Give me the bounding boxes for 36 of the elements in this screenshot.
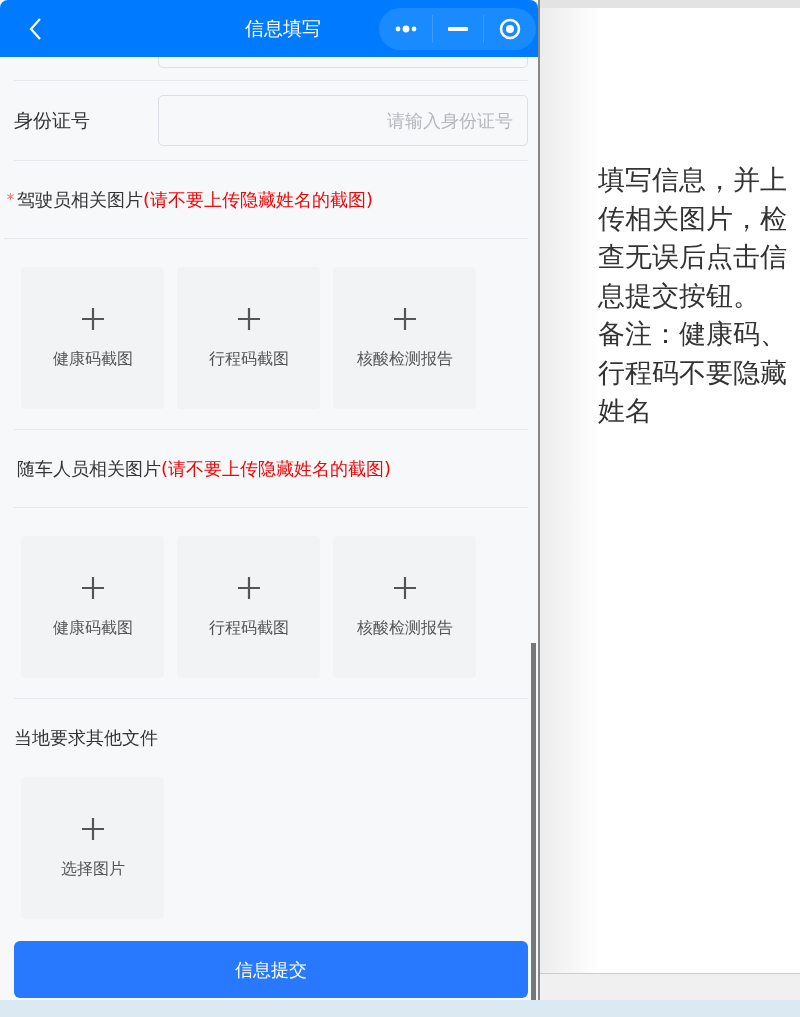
plus-icon xyxy=(80,306,105,331)
upload-tile[interactable]: 核酸检测报告 xyxy=(333,267,476,409)
more-icon[interactable] xyxy=(394,24,417,33)
submit-button[interactable]: 信息提交 xyxy=(14,941,528,998)
upload-tile[interactable]: 核酸检测报告 xyxy=(333,536,476,678)
upload-label: 核酸检测报告 xyxy=(356,617,453,639)
upload-label: 行程码截图 xyxy=(208,348,289,370)
input-field[interactable]: 请输入身份证号 xyxy=(158,95,528,146)
plus-icon xyxy=(80,575,105,600)
plus-icon xyxy=(392,306,417,331)
plus-icon xyxy=(236,575,261,600)
instructions-text: 填写信息，并上传相关图片，检查无误后点击信息提交按钮。 xyxy=(598,163,788,313)
plus-icon xyxy=(80,816,105,841)
close-icon[interactable] xyxy=(498,17,521,40)
scrollbar[interactable] xyxy=(531,643,536,1000)
upload-tile[interactable]: 选择图片 xyxy=(21,777,164,919)
upload-tile[interactable]: 健康码截图 xyxy=(21,536,164,678)
section-title: 当地要求其他文件 xyxy=(14,726,158,750)
upload-label: 健康码截图 xyxy=(52,348,133,370)
plus-icon xyxy=(236,306,261,331)
field-label: 身份证号 xyxy=(14,107,91,133)
upload-label: 选择图片 xyxy=(60,858,125,880)
upload-label: 行程码截图 xyxy=(208,617,289,639)
upload-label: 健康码截图 xyxy=(52,617,133,639)
plus-icon xyxy=(392,575,417,600)
section-title: 随车人员相关图片(请不要上传隐藏姓名的截图) xyxy=(17,456,392,481)
instructions-text: 备注：健康码、行程码不要隐藏姓名 xyxy=(598,317,788,428)
minimize-icon[interactable] xyxy=(447,26,468,31)
upload-label: 核酸检测报告 xyxy=(356,348,453,370)
upload-tile[interactable]: 行程码截图 xyxy=(177,536,320,678)
required-mark: * xyxy=(5,190,16,209)
window-title: 信息填写 xyxy=(245,15,321,41)
upload-tile[interactable]: 行程码截图 xyxy=(177,267,320,409)
back-icon[interactable] xyxy=(28,16,42,41)
upload-tile[interactable]: 健康码截图 xyxy=(21,267,164,409)
section-title: 驾驶员相关图片(请不要上传隐藏姓名的截图) xyxy=(17,187,374,212)
